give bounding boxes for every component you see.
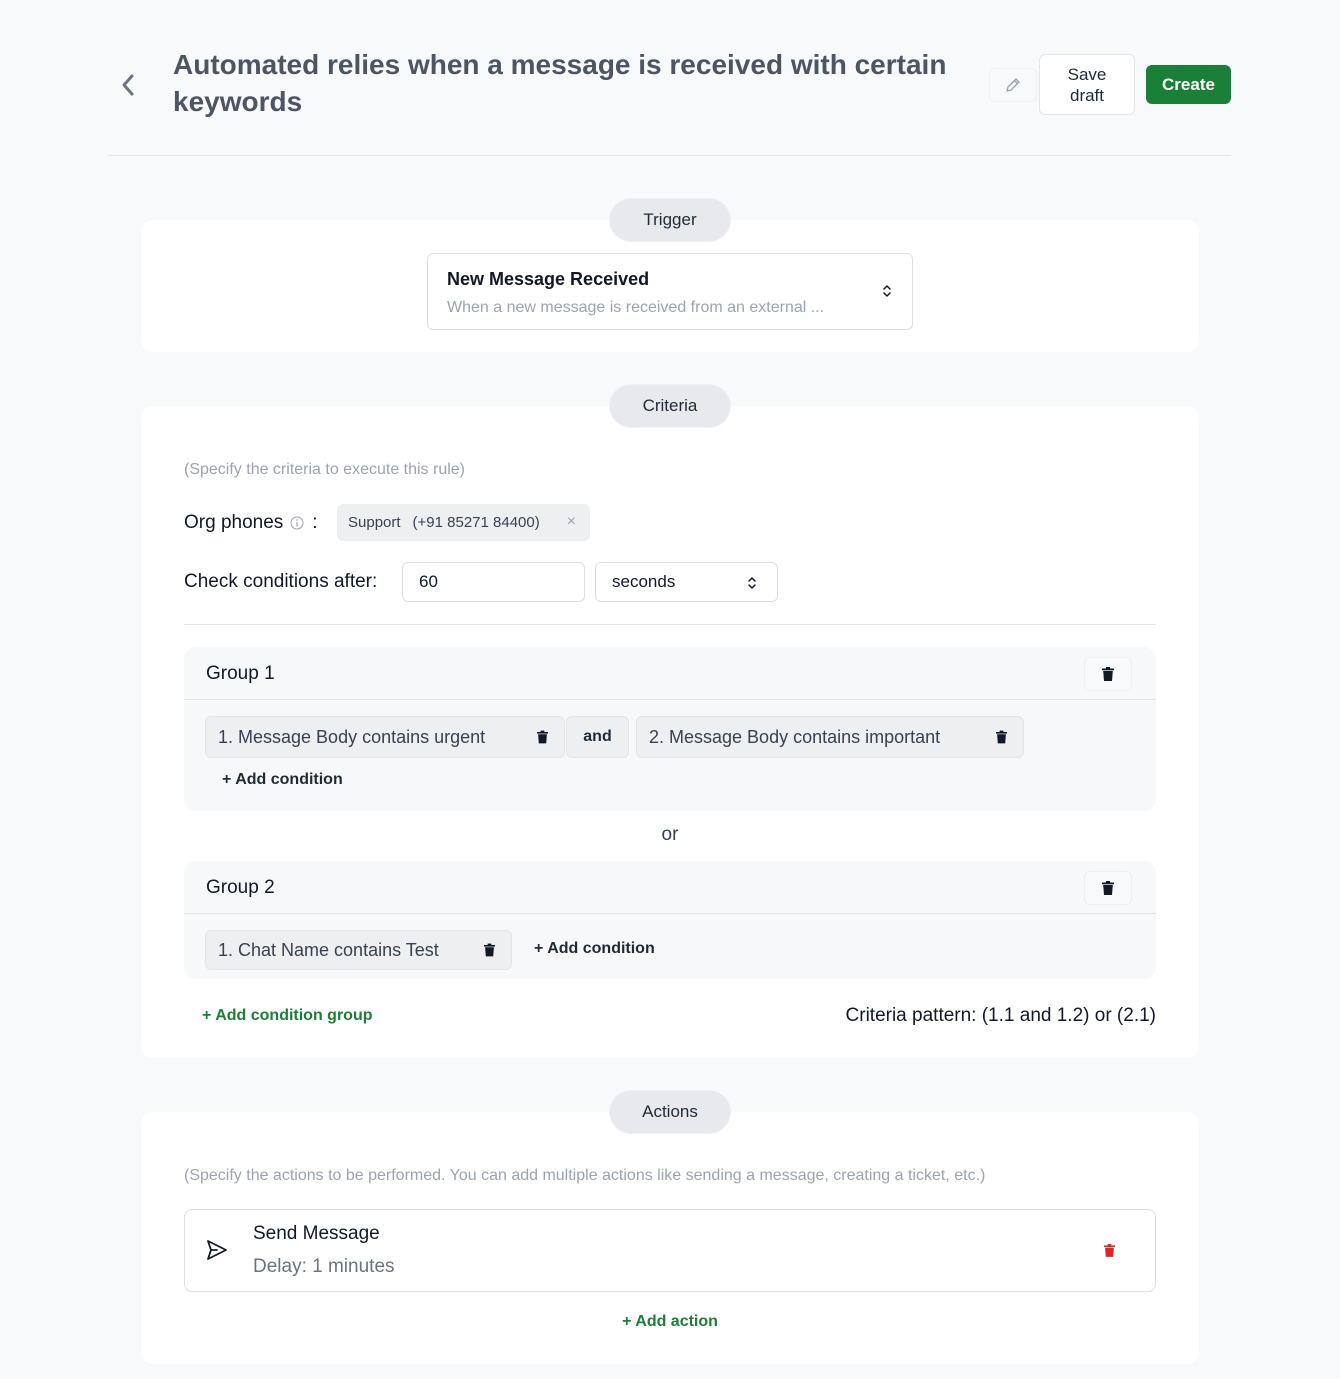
create-button[interactable]: Create [1146,65,1231,104]
criteria-hint: (Specify the criteria to execute this ru… [184,461,466,478]
page-header: Automated relies when a message is recei… [108,0,1231,156]
org-phones-colon: : [312,512,318,533]
info-icon[interactable] [290,516,304,530]
org-phones-label: Org phones [184,512,284,533]
delete-group-button[interactable] [1084,657,1132,691]
org-phone-tag: Support (+91 85271 84400) × [337,504,590,541]
condition-chip[interactable]: 1. Message Body contains urgent [205,716,565,758]
page-title: Automated relies when a message is recei… [173,49,947,117]
group-title: Group 2 [206,877,275,898]
criteria-card: Criteria (Specify the criteria to execut… [141,384,1199,1058]
org-phone-number: (+91 85271 84400) [412,514,540,531]
condition-chip[interactable]: 2. Message Body contains important [636,716,1024,758]
delete-group-button[interactable] [1084,871,1132,905]
group-header: Group 2 [184,861,1156,914]
condition-text: 1. Message Body contains urgent [218,726,486,747]
trigger-title: New Message Received [447,269,650,289]
trash-icon[interactable] [1104,1244,1115,1257]
check-after-label: Check conditions after: [184,571,378,592]
trigger-card: Trigger New Message Received When a new … [141,198,1199,352]
condition-text: 2. Message Body contains important [649,726,941,747]
condition-chip[interactable]: 1. Chat Name contains Test [205,930,512,970]
add-action-button[interactable]: + Add action [141,1313,1199,1331]
criteria-divider [184,624,1156,625]
check-after-input[interactable]: 60 [402,562,585,602]
check-after-unit-select[interactable]: seconds [595,562,778,602]
and-operator[interactable]: and [566,716,629,758]
send-icon [207,1240,227,1260]
unit-value: seconds [612,572,676,591]
add-condition-button[interactable]: + Add condition [222,771,343,789]
actions-section-label: Actions [609,1090,731,1134]
criteria-pattern: Criteria pattern: (1.1 and 1.2) or (2.1) [845,1005,1156,1026]
remove-tag-icon[interactable]: × [567,513,576,531]
org-phone-name: Support [348,514,401,531]
trash-icon[interactable] [996,730,1007,744]
chevron-updown-icon [883,285,891,297]
trash-icon[interactable] [484,943,495,957]
trash-icon [1102,667,1114,681]
trash-icon [1102,881,1114,895]
trigger-section-label: Trigger [609,198,731,242]
criteria-section-label: Criteria [609,384,731,428]
trigger-select[interactable]: New Message Received When a new message … [427,253,913,330]
trigger-description: When a new message is received from an e… [447,299,825,316]
pencil-icon [1006,78,1020,92]
chevron-left-icon [122,74,134,96]
back-button[interactable] [116,70,140,100]
condition-group: Group 2 1. Chat Name contains Test + Add… [184,861,1156,979]
org-phones-row: Org phones : [184,512,318,534]
add-condition-button[interactable]: + Add condition [534,940,655,958]
condition-text: 1. Chat Name contains Test [218,939,439,960]
actions-card: Actions (Specify the actions to be perfo… [141,1090,1199,1364]
actions-hint: (Specify the actions to be performed. Yo… [184,1167,986,1184]
group-title: Group 1 [206,663,275,684]
group-header: Group 1 [184,647,1156,700]
group-joiner: or [661,824,679,845]
action-title: Send Message [253,1223,380,1244]
edit-title-button[interactable] [989,68,1037,102]
action-item[interactable]: Send Message Delay: 1 minutes [184,1209,1156,1292]
trash-icon[interactable] [537,730,548,744]
condition-group: Group 1 1. Message Body contains urgent … [184,647,1156,811]
chevron-updown-icon [748,577,756,589]
action-subtitle: Delay: 1 minutes [253,1256,395,1277]
add-condition-group-button[interactable]: + Add condition group [202,1007,373,1025]
save-draft-button[interactable]: Save draft [1039,54,1135,115]
